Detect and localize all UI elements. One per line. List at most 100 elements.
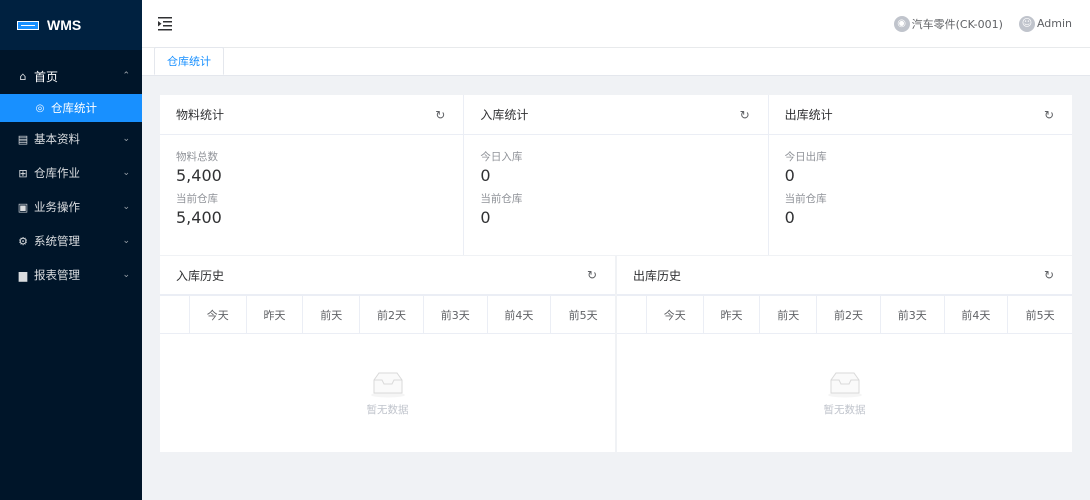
column-header[interactable]: 前天 bbox=[760, 296, 818, 333]
form-icon: ▣ bbox=[17, 200, 29, 214]
chart-icon: ▆ bbox=[18, 268, 28, 282]
card-header: 入库统计 ↻ bbox=[464, 95, 768, 135]
card-body: 物料总数 5,400 当前仓库 5,400 bbox=[160, 135, 463, 247]
inbound-history-card: 入库历史 ↻ 今天 昨天 前天 前2天 前3天 前4天 前5天 暂无数据 bbox=[160, 256, 615, 452]
empty-box-icon bbox=[370, 372, 405, 397]
card-header: 出库统计 ↻ bbox=[768, 95, 1072, 135]
menu-fold-icon[interactable] bbox=[158, 16, 176, 31]
sidebar-item-basic-data[interactable]: ▤ 基本资料 ⌄ bbox=[0, 122, 142, 156]
material-stats-card: 物料统计 ↻ 物料总数 5,400 当前仓库 5,400 bbox=[160, 95, 465, 255]
card-title: 入库统计 bbox=[480, 108, 529, 122]
stat-label: 今日入库 bbox=[480, 151, 523, 163]
logo-icon bbox=[17, 20, 39, 30]
warehouse-switcher[interactable]: ◉ 汽车零件(CK-001) bbox=[893, 15, 1003, 32]
column-header[interactable]: 前5天 bbox=[1008, 296, 1072, 333]
column-header[interactable]: 前2天 bbox=[360, 296, 424, 333]
sidebar-item-warehouse-stats[interactable]: ◎ 仓库统计 bbox=[0, 94, 142, 122]
card-header: 出库历史 ↻ bbox=[617, 256, 1072, 295]
tab-warehouse-stats[interactable]: 仓库统计 bbox=[154, 47, 224, 75]
card-header: 物料统计 ↻ bbox=[160, 95, 464, 135]
outbound-stats-card: 出库统计 ↻ 今日出库 0 当前仓库 0 bbox=[768, 95, 1072, 255]
card-header: 入库历史 ↻ bbox=[160, 256, 615, 295]
column-header[interactable]: 昨天 bbox=[704, 296, 761, 333]
sidebar-item-label: 业务操作 bbox=[34, 200, 80, 214]
card-title: 物料统计 bbox=[176, 108, 225, 122]
refresh-icon[interactable]: ↻ bbox=[738, 108, 752, 122]
outbound-history-card: 出库历史 ↻ 今天 昨天 前天 前2天 前3天 前4天 前5天 暂无数据 bbox=[617, 256, 1072, 452]
user-menu[interactable]: ☺ Admin bbox=[1018, 15, 1072, 32]
sidebar-item-label: 基本资料 bbox=[34, 132, 80, 146]
card-body: 今日入库 0 当前仓库 0 bbox=[464, 135, 767, 247]
column-header[interactable]: 前3天 bbox=[424, 296, 488, 333]
dashboard-icon: ◎ bbox=[35, 102, 45, 114]
column-header[interactable]: 前3天 bbox=[881, 296, 945, 333]
empty-text: 暂无数据 bbox=[366, 403, 409, 416]
profile-icon: ▤ bbox=[17, 132, 29, 146]
chevron-down-icon: ⌄ bbox=[122, 202, 130, 212]
chevron-down-icon: ⌄ bbox=[122, 134, 130, 144]
warehouse-icon: ◉ bbox=[893, 15, 910, 32]
stat-label: 物料总数 bbox=[176, 151, 218, 163]
avatar-icon: ☺ bbox=[1018, 15, 1035, 32]
logo[interactable]: WMS bbox=[0, 0, 142, 50]
column-header[interactable]: 前5天 bbox=[551, 296, 615, 333]
submenu-home: ◎ 仓库统计 bbox=[0, 94, 142, 122]
dashboard-content: 物料统计 ↻ 物料总数 5,400 当前仓库 5,400 入库统计 ↻ 今日入库… bbox=[160, 95, 1072, 452]
sidebar: WMS ⌂ 首页 ⌃ ◎ 仓库统计 ▤ 基本资料 ⌄ ⊞ 仓库作业 ⌄ ▣ 业务… bbox=[0, 0, 142, 500]
column-header[interactable]: 前4天 bbox=[945, 296, 1009, 333]
grid-icon: ⊞ bbox=[18, 166, 28, 180]
top-header: ◉ 汽车零件(CK-001) ☺ Admin bbox=[142, 0, 1090, 48]
column-header[interactable]: 前2天 bbox=[817, 296, 881, 333]
sidebar-item-label: 首页 bbox=[34, 69, 59, 84]
sidebar-item-label: 仓库统计 bbox=[51, 101, 97, 115]
sidebar-menu: ⌂ 首页 ⌃ ◎ 仓库统计 ▤ 基本资料 ⌄ ⊞ 仓库作业 ⌄ ▣ 业务操作 ⌄… bbox=[0, 58, 142, 292]
refresh-icon[interactable]: ↻ bbox=[585, 268, 599, 282]
empty-box-icon bbox=[827, 372, 862, 397]
column-header[interactable]: 前4天 bbox=[488, 296, 552, 333]
sidebar-item-label: 仓库作业 bbox=[34, 166, 80, 180]
table-header: 今天 昨天 前天 前2天 前3天 前4天 前5天 bbox=[160, 296, 615, 334]
sidebar-item-home[interactable]: ⌂ 首页 ⌃ bbox=[0, 58, 142, 94]
column-header-blank bbox=[160, 296, 190, 333]
column-header[interactable]: 今天 bbox=[647, 296, 704, 333]
sidebar-item-business-ops[interactable]: ▣ 业务操作 ⌄ bbox=[0, 190, 142, 224]
history-row: 入库历史 ↻ 今天 昨天 前天 前2天 前3天 前4天 前5天 暂无数据 出库历… bbox=[160, 256, 1072, 452]
table-header: 今天 昨天 前天 前2天 前3天 前4天 前5天 bbox=[617, 296, 1072, 334]
card-title: 出库历史 bbox=[633, 268, 682, 283]
sidebar-item-system[interactable]: ⚙ 系统管理 ⌄ bbox=[0, 224, 142, 258]
column-header[interactable]: 前天 bbox=[303, 296, 361, 333]
history-table: 今天 昨天 前天 前2天 前3天 前4天 前5天 暂无数据 bbox=[617, 295, 1072, 452]
sidebar-item-label: 报表管理 bbox=[34, 268, 80, 282]
empty-state: 暂无数据 bbox=[617, 334, 1072, 452]
refresh-icon[interactable]: ↻ bbox=[1042, 268, 1056, 282]
card-title: 入库历史 bbox=[176, 268, 225, 283]
tabs-bar: 仓库统计 bbox=[142, 47, 1090, 76]
inbound-stats-card: 入库统计 ↻ 今日入库 0 当前仓库 0 bbox=[464, 95, 769, 255]
column-header[interactable]: 昨天 bbox=[247, 296, 304, 333]
header-right: ◉ 汽车零件(CK-001) ☺ Admin bbox=[878, 15, 1090, 32]
stats-row: 物料统计 ↻ 物料总数 5,400 当前仓库 5,400 入库统计 ↻ 今日入库… bbox=[160, 95, 1072, 255]
history-table: 今天 昨天 前天 前2天 前3天 前4天 前5天 暂无数据 bbox=[160, 295, 615, 452]
column-header[interactable]: 今天 bbox=[190, 296, 247, 333]
column-header-blank bbox=[617, 296, 647, 333]
stat-value: 0 bbox=[784, 166, 795, 185]
stat-label: 今日出库 bbox=[784, 151, 827, 163]
refresh-icon[interactable]: ↻ bbox=[433, 108, 447, 122]
stat-label: 当前仓库 bbox=[480, 193, 523, 205]
empty-state: 暂无数据 bbox=[160, 334, 615, 452]
stat-value: 0 bbox=[480, 166, 491, 185]
card-body: 今日出库 0 当前仓库 0 bbox=[769, 135, 1072, 247]
stat-value: 0 bbox=[480, 208, 491, 227]
chevron-up-icon: ⌃ bbox=[122, 71, 130, 81]
gear-icon: ⚙ bbox=[18, 234, 28, 248]
user-name: Admin bbox=[1036, 17, 1072, 30]
chevron-down-icon: ⌄ bbox=[122, 270, 130, 280]
chevron-down-icon: ⌄ bbox=[122, 168, 130, 178]
sidebar-item-warehouse-ops[interactable]: ⊞ 仓库作业 ⌄ bbox=[0, 156, 142, 190]
stat-value: 0 bbox=[784, 208, 795, 227]
stat-value: 5,400 bbox=[176, 166, 222, 185]
sidebar-item-label: 系统管理 bbox=[34, 234, 80, 248]
refresh-icon[interactable]: ↻ bbox=[1042, 108, 1056, 122]
sidebar-item-reports[interactable]: ▆ 报表管理 ⌄ bbox=[0, 258, 142, 292]
stat-label: 当前仓库 bbox=[176, 193, 218, 205]
